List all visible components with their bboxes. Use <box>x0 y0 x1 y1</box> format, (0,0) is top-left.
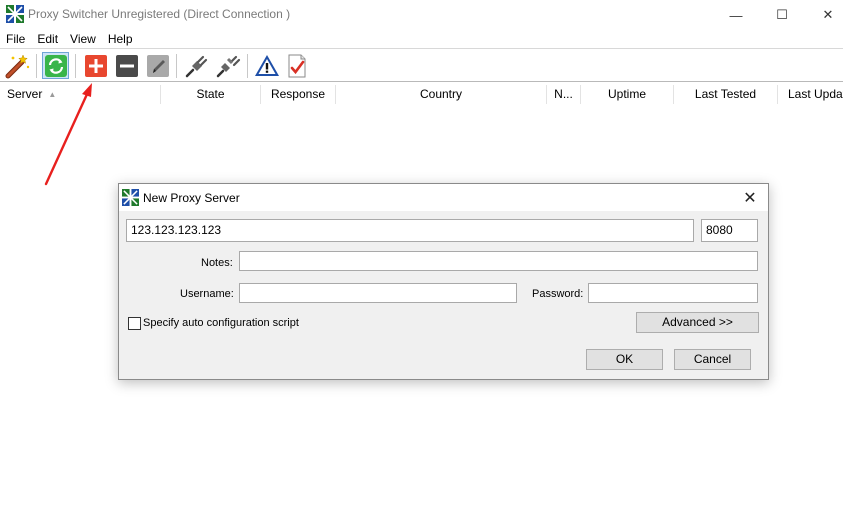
proxy-port-input[interactable]: 8080 <box>701 219 758 242</box>
dialog-title-bar: New Proxy Server ✕ <box>119 184 768 211</box>
ok-button[interactable]: OK <box>586 349 663 370</box>
auto-config-label: Specify auto configuration script <box>143 317 299 329</box>
notes-label: Notes: <box>201 257 233 269</box>
proxy-address-input[interactable]: 123.123.123.123 <box>126 219 694 242</box>
dialog-logo-icon <box>122 189 139 206</box>
cancel-button[interactable]: Cancel <box>674 349 751 370</box>
dialog-title: New Proxy Server <box>143 191 240 205</box>
notes-input[interactable] <box>239 251 758 271</box>
password-label: Password: <box>532 288 584 300</box>
auto-config-checkbox[interactable] <box>128 317 141 330</box>
username-label: Username: <box>180 288 234 300</box>
username-input[interactable] <box>239 283 517 303</box>
dialog-close-icon[interactable]: ✕ <box>740 188 760 208</box>
new-proxy-dialog: New Proxy Server ✕ 123.123.123.123 8080 … <box>118 183 769 380</box>
password-input[interactable] <box>588 283 758 303</box>
advanced-button[interactable]: Advanced >> <box>636 312 759 333</box>
